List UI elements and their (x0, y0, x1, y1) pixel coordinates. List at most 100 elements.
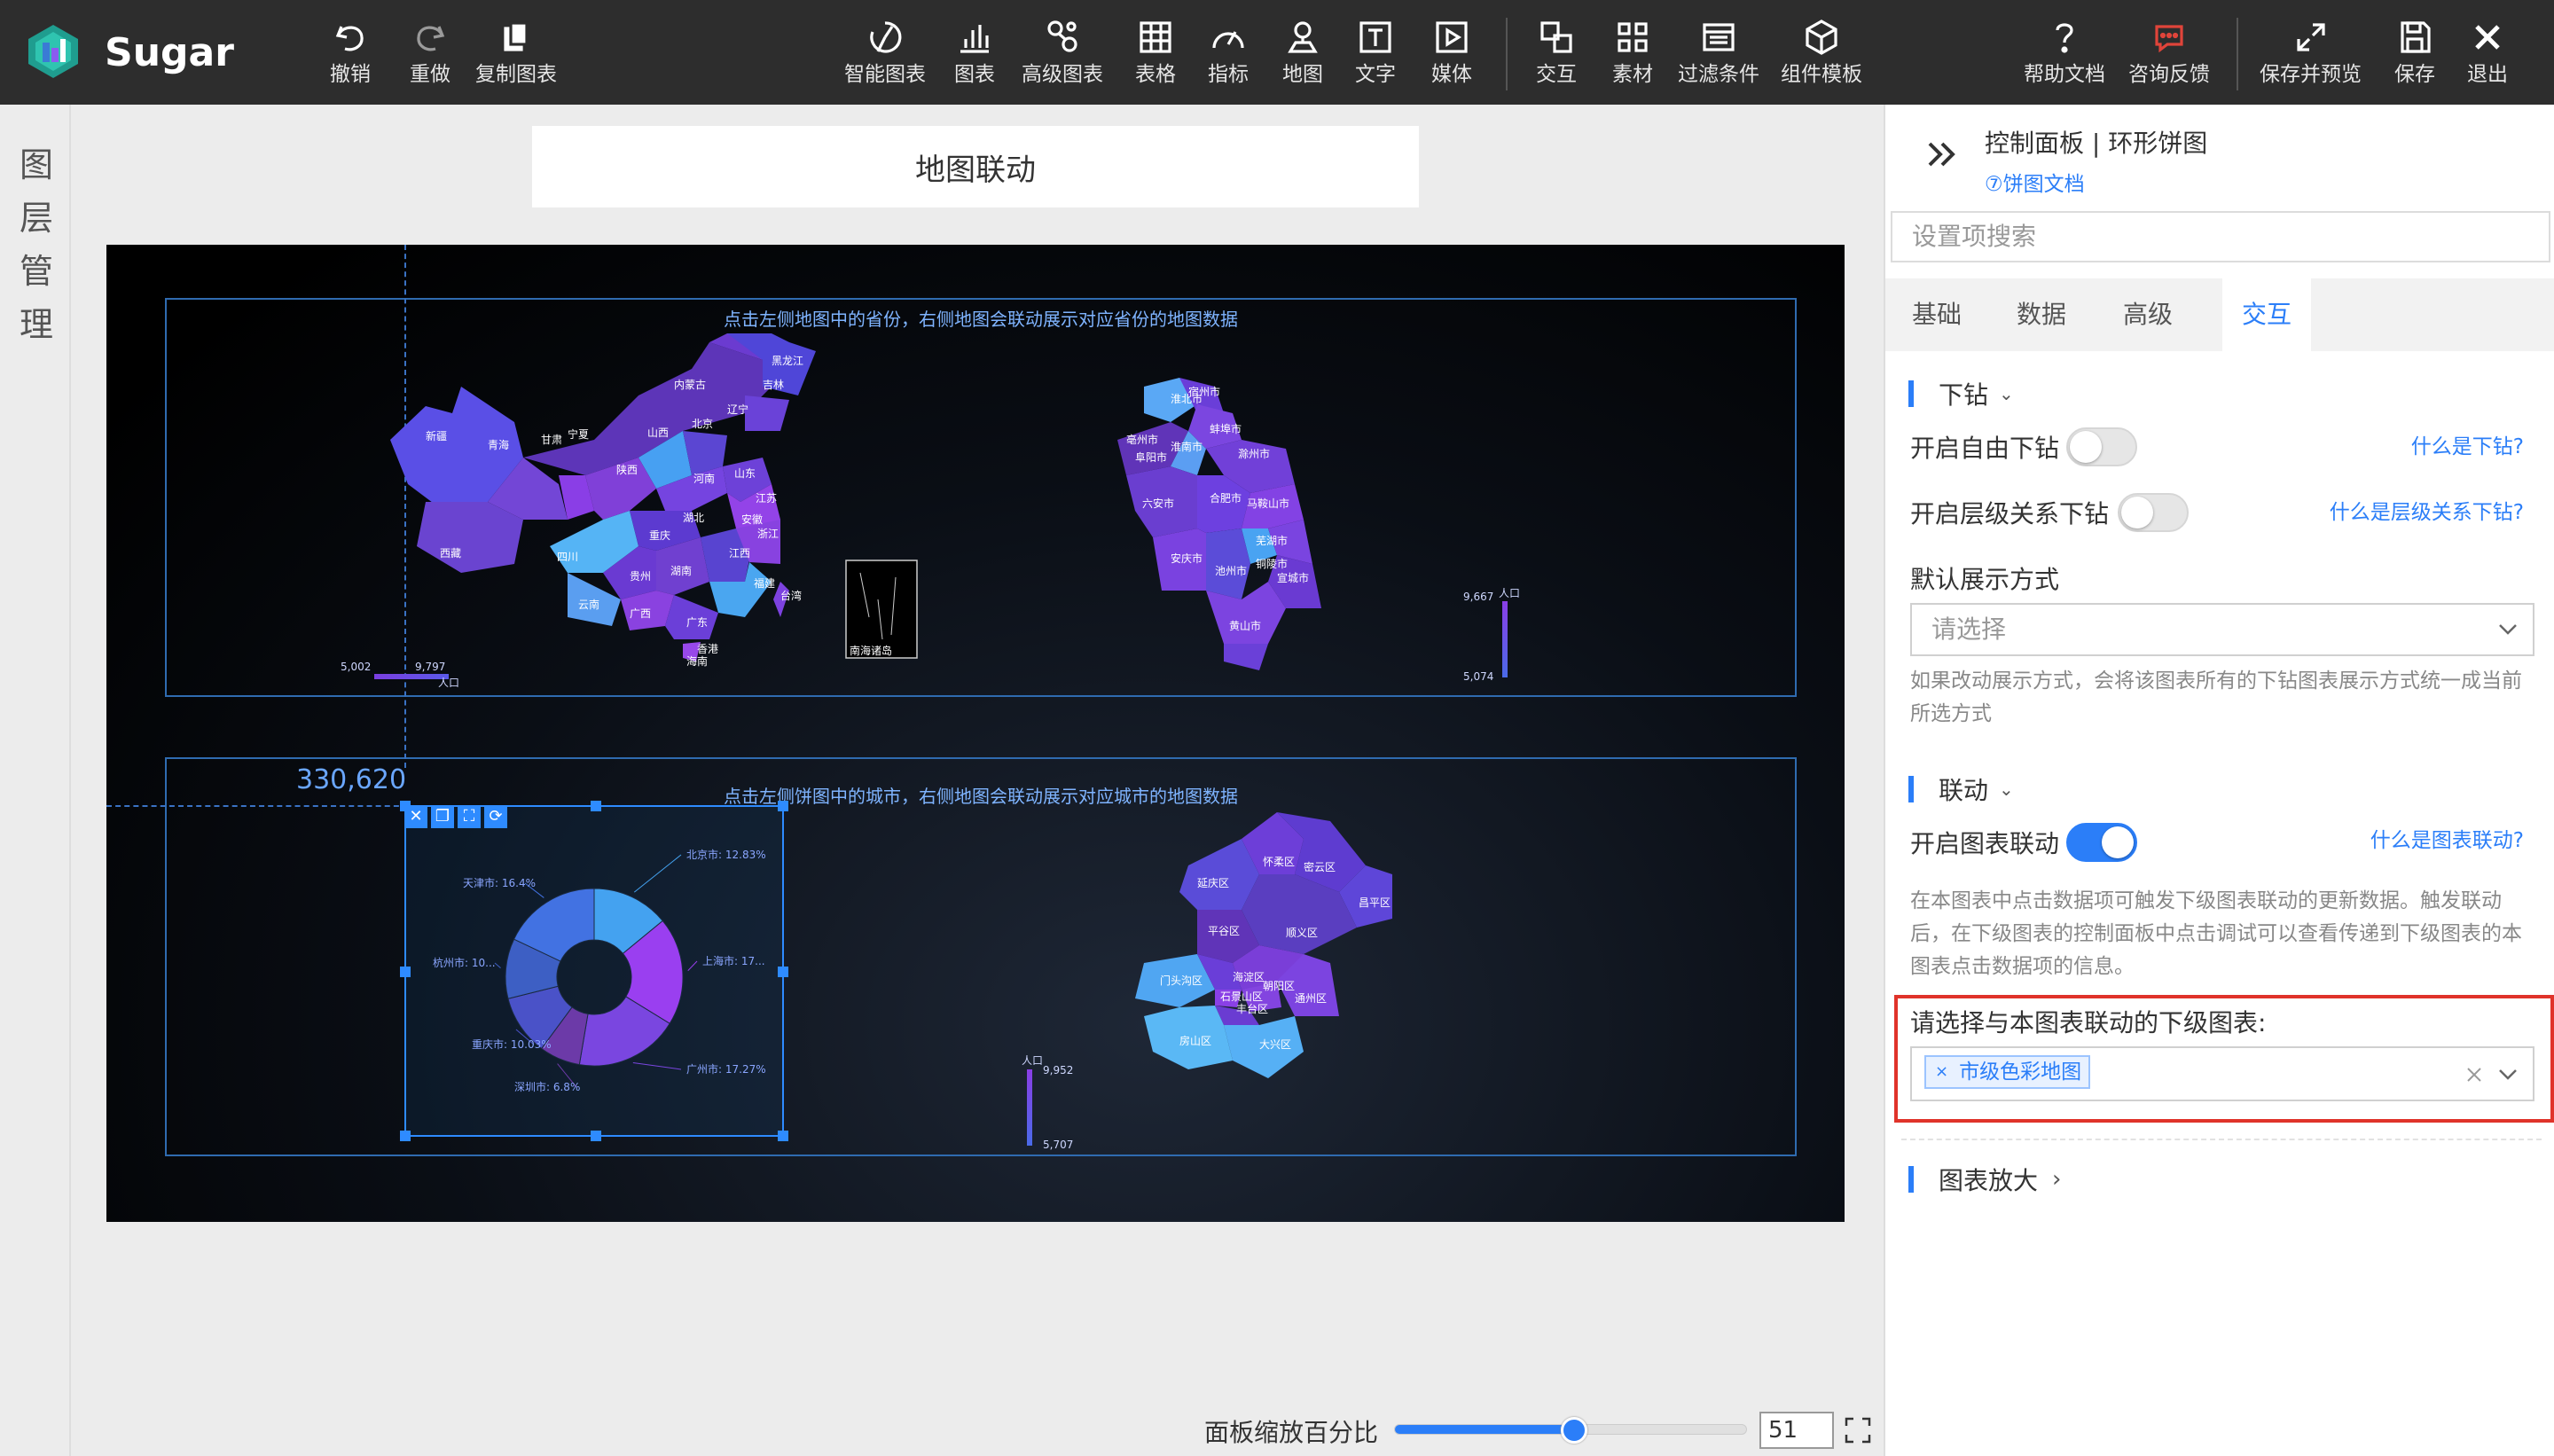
chart-button[interactable]: 图表 (954, 18, 995, 92)
chevron-down-icon: ⌄ (1999, 383, 2014, 404)
gauge-icon (1212, 31, 1244, 49)
double-chevron-right-icon[interactable] (1923, 135, 1962, 174)
save-preview-button[interactable]: 保存并预览 (2260, 18, 2362, 92)
advanced-chart-button[interactable]: 高级图表 (1022, 18, 1103, 92)
anhui-legend-bar (1502, 601, 1508, 677)
advanced-chart-label: 高级图表 (1022, 63, 1103, 86)
map-region-label: 石景山区 (1220, 990, 1263, 1003)
frame1-caption: 点击左侧地图中的省份，右侧地图会联动展示对应省份的地图数据 (724, 309, 1238, 330)
map-region-label: 安庆市 (1171, 552, 1203, 565)
metric-button[interactable]: 指标 (1208, 18, 1249, 92)
enable-linkage-toggle[interactable] (2066, 823, 2137, 862)
zoom-percent-input[interactable]: 51 (1759, 1412, 1834, 1449)
template-button[interactable]: 组件模板 (1781, 18, 1862, 92)
table-button[interactable]: 表格 (1135, 18, 1176, 92)
section-marker (1908, 380, 1914, 407)
linkage-hint: 在本图表中点击数据项可触发下级图表联动的更新数据。触发联动后，在下级图表的控制面… (1910, 889, 2522, 978)
layer-manager-tab[interactable]: 图 层 管 理 (0, 105, 71, 1456)
media-button[interactable]: 媒体 (1431, 18, 1472, 92)
expand-icon (2296, 23, 2325, 51)
beijing-legend-max: 9,952 (1043, 1064, 1074, 1076)
linkage-help-link[interactable]: 什么是图表联动? (2370, 823, 2524, 853)
filter-icon (1703, 23, 1735, 51)
copy-chart-button[interactable]: 复制图表 (475, 18, 557, 92)
settings-search-input[interactable]: 设置项搜索 (1891, 211, 2550, 262)
map-region-label: 朝阳区 (1263, 980, 1295, 992)
tab-data[interactable]: 数据 (1988, 278, 2095, 351)
fit-screen-icon[interactable] (1845, 1417, 1871, 1444)
display-mode-placeholder: 请选择 (1931, 614, 2007, 644)
map-region-label: 门头沟区 (1160, 974, 1203, 987)
interact-button[interactable]: 交互 (1536, 18, 1577, 92)
pie-doc-link[interactable]: ⑦饼图文档 (1985, 167, 2085, 197)
chart-zoom-section-title: 图表放大 (1939, 1166, 2039, 1195)
exit-button[interactable]: 退出 (2467, 18, 2508, 92)
toolbar-divider (2237, 18, 2238, 90)
text-button[interactable]: 文字 (1355, 18, 1396, 92)
donut-chart-widget[interactable]: ✕ ❐ ⛶ ⟳ 北京市: 12.83% 上海市: 17... 广州市: 17.27%… (400, 801, 788, 1141)
smart-chart-button[interactable]: 智能图表 (844, 18, 926, 92)
media-icon (1436, 21, 1468, 53)
filter-label: 过滤条件 (1678, 63, 1759, 86)
map-region-label: 滁州市 (1238, 447, 1270, 460)
chevron-down-icon (2499, 624, 2517, 635)
template-label: 组件模板 (1781, 63, 1862, 86)
hierarchy-drill-toggle[interactable] (2118, 493, 2189, 532)
redo-button[interactable]: 重做 (410, 18, 450, 92)
anhui-legend-label: 人口 (1499, 587, 1521, 599)
donut-label-line (633, 854, 682, 893)
china-map[interactable]: 南海诸岛 黑龙江吉林 内蒙古辽宁新疆青海 甘肃 宁夏 北京山西陕西河南 山东江苏安徽 湖北四… (390, 333, 922, 688)
interact-label: 交互 (1536, 63, 1577, 86)
tab-advanced[interactable]: 高级 (2095, 278, 2201, 351)
map-region-label: 辽宁 (727, 403, 748, 416)
display-mode-select[interactable]: 请选择 (1910, 603, 2534, 656)
linkage-target-tag[interactable]: × 市级色彩地图 (1924, 1055, 2091, 1089)
map-region-label: 马鞍山市 (1247, 497, 1289, 510)
free-drill-help-link[interactable]: 什么是下钻? (2411, 429, 2524, 459)
tab-interaction[interactable]: 交互 (2222, 278, 2311, 351)
bar-chart-icon (960, 25, 989, 53)
zoom-slider-handle[interactable] (1560, 1417, 1587, 1444)
map-region-label: 平谷区 (1208, 925, 1240, 937)
donut-data-label: 天津市: 16.4% (463, 876, 536, 889)
chart-zoom-section-header[interactable]: 图表放大 › (1908, 1162, 2061, 1197)
map-region-label: 吉林 (763, 379, 784, 391)
tab-basic[interactable]: 基础 (1885, 278, 1988, 351)
filter-button[interactable]: 过滤条件 (1678, 18, 1759, 92)
map-button[interactable]: 地图 (1282, 18, 1323, 92)
table-label: 表格 (1135, 63, 1176, 86)
map-region-label: 铜陵市 (1256, 557, 1288, 570)
anhui-map[interactable]: 宿州市淮北市亳州市阜阳市蚌埠市淮南市滁州市六安市 合肥市 马鞍山市芜湖市铜陵市宣城市… (1117, 378, 1348, 679)
map-region-label: 通州区 (1295, 992, 1327, 1005)
map-region-label: 淮北市 (1171, 392, 1203, 405)
assets-button[interactable]: 素材 (1612, 18, 1653, 92)
help-doc-button[interactable]: 帮助文档 (2024, 18, 2105, 92)
linkage-section-header[interactable]: 联动 ⌄ (1908, 771, 2014, 807)
china-legend-max: 9,797 (415, 661, 446, 673)
display-mode-label: 默认展示方式 (1910, 565, 2060, 594)
map-region-label: 海淀区 (1233, 970, 1265, 983)
remove-tag-icon[interactable]: × (1935, 1057, 1948, 1087)
donut-data-label: 深圳市: 6.8% (514, 1080, 580, 1093)
beijing-map[interactable]: 延庆区 怀柔区 密云区昌平区平谷区 顺义区门头沟区 海淀区石景山区朝阳区丰台区 通州区房山… (1126, 812, 1428, 1114)
zoom-slider[interactable] (1394, 1417, 1747, 1444)
map-region-label: 湖南 (670, 564, 692, 577)
drill-section-header[interactable]: 下钻 ⌄ (1908, 376, 2014, 411)
beijing-legend-min: 5,707 (1043, 1139, 1074, 1151)
page-title[interactable]: 地图联动 (532, 126, 1419, 207)
anhui-legend-max: 9,667 (1463, 591, 1494, 603)
save-button[interactable]: 保存 (2394, 18, 2435, 92)
free-drill-toggle[interactable] (2066, 427, 2137, 466)
map-region-label: 山东 (734, 467, 756, 480)
linkage-section-title: 联动 (1939, 776, 1989, 805)
hierarchy-drill-help-link[interactable]: 什么是层级关系下钻? (2330, 495, 2524, 525)
undo-button[interactable]: 撤销 (330, 18, 371, 92)
panel-title: 控制面板 | 环形饼图 (1985, 129, 2208, 158)
clear-icon[interactable] (2465, 1066, 2483, 1084)
sugar-logo-icon (28, 25, 78, 78)
map-region-label: 云南 (578, 598, 599, 611)
map-region-label: 山西 (647, 427, 669, 439)
donut-chart[interactable]: 北京市: 12.83% 上海市: 17... 广州市: 17.27% 深圳市: 6.8… (406, 807, 782, 1135)
feedback-button[interactable]: 咨询反馈 (2128, 18, 2210, 92)
undo-label: 撤销 (330, 63, 371, 86)
